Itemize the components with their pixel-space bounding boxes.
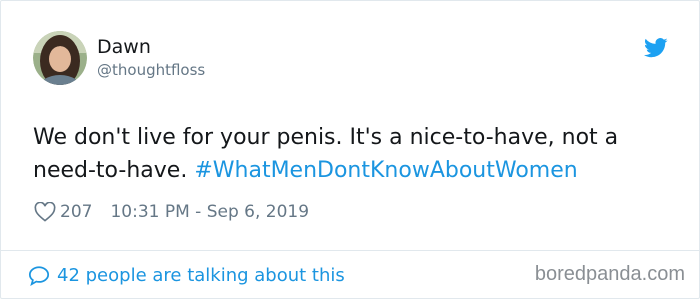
- hashtag-link[interactable]: #WhatMenDontKnowAboutWomen: [194, 158, 577, 183]
- like-count[interactable]: 207: [60, 202, 92, 222]
- avatar-image: [33, 31, 87, 85]
- tweet-card: Dawn @thoughtfloss We don't live for you…: [0, 0, 700, 299]
- display-name[interactable]: Dawn: [97, 36, 151, 58]
- user-handle[interactable]: @thoughtfloss: [97, 61, 205, 79]
- timestamp[interactable]: 10:31 PM - Sep 6, 2019: [110, 202, 309, 222]
- divider: [1, 250, 699, 251]
- avatar[interactable]: [33, 31, 87, 85]
- talking-about-link[interactable]: 42 people are talking about this: [28, 262, 345, 288]
- watermark: boredpanda.com: [534, 263, 685, 285]
- speech-bubble-icon: [28, 265, 50, 286]
- tweet-text: We don't live for your penis. It's a nic…: [33, 121, 673, 187]
- heart-icon[interactable]: [34, 202, 56, 222]
- talking-about-text[interactable]: 42 people are talking about this: [57, 265, 345, 286]
- twitter-bird-icon[interactable]: [644, 38, 668, 58]
- tweet-meta: 207 10:31 PM - Sep 6, 2019: [34, 200, 309, 224]
